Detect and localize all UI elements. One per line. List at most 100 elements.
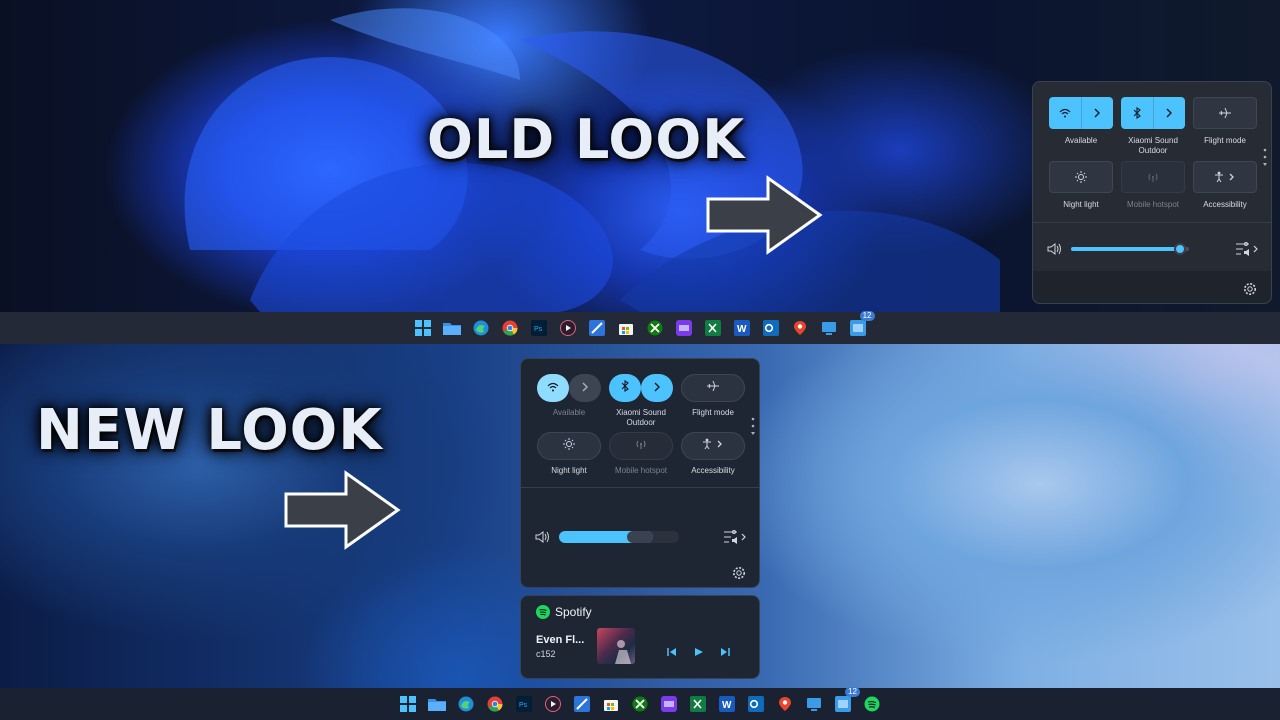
volume-icon[interactable] bbox=[1047, 242, 1063, 261]
album-art bbox=[597, 628, 635, 664]
page-dots-indicator[interactable] bbox=[750, 417, 756, 446]
spotify-icon[interactable] bbox=[861, 693, 883, 715]
airplane-icon bbox=[1194, 98, 1256, 128]
notification-badge: 12 bbox=[845, 687, 860, 697]
photoshop-icon[interactable]: Ps bbox=[513, 693, 535, 715]
accessibility-toggle[interactable] bbox=[1193, 161, 1257, 193]
outlook-icon[interactable] bbox=[760, 317, 782, 339]
settings-gear-icon[interactable] bbox=[732, 566, 746, 585]
mobile-hotspot-label: Mobile hotspot bbox=[1126, 200, 1180, 209]
accessibility-icon bbox=[1194, 162, 1256, 192]
photoshop-icon[interactable]: Ps bbox=[528, 317, 550, 339]
word-icon[interactable]: W bbox=[716, 693, 738, 715]
media-player-icon[interactable] bbox=[542, 693, 564, 715]
windows-icon[interactable] bbox=[397, 693, 419, 715]
accessibility-label: Accessibility bbox=[691, 466, 735, 475]
notification-badge: 12 bbox=[859, 311, 875, 321]
chrome-icon[interactable] bbox=[484, 693, 506, 715]
wifi-expand-button[interactable] bbox=[569, 374, 601, 402]
hotspot-icon bbox=[1122, 162, 1184, 192]
panel-footer bbox=[1033, 271, 1271, 303]
mobile-hotspot-toggle[interactable] bbox=[609, 432, 673, 460]
flight-mode-toggle[interactable] bbox=[681, 374, 745, 402]
teams-icon[interactable]: 12 bbox=[832, 687, 860, 715]
hotspot-icon bbox=[635, 437, 647, 455]
snip-icon[interactable] bbox=[571, 693, 593, 715]
svg-text:W: W bbox=[722, 700, 732, 711]
arrow-right-icon bbox=[284, 470, 401, 550]
volume-icon[interactable] bbox=[535, 530, 551, 549]
bluetooth-toggle[interactable] bbox=[1121, 97, 1185, 129]
wifi-label: Available bbox=[552, 408, 586, 417]
wifi-icon bbox=[1049, 97, 1081, 129]
audio-output-icon[interactable] bbox=[723, 529, 747, 550]
media-controls-panel: Spotify Even Fl... c152 bbox=[520, 595, 760, 679]
new-quick-settings-panel: Available Xiaomi Sound Outdoor Flight mo… bbox=[520, 358, 760, 588]
track-title: Even Fl... bbox=[536, 634, 585, 646]
wifi-icon bbox=[547, 379, 559, 397]
xbox-icon[interactable] bbox=[644, 317, 666, 339]
teams-icon[interactable]: 12 bbox=[847, 311, 875, 339]
excel-icon[interactable] bbox=[687, 693, 709, 715]
excel-icon[interactable] bbox=[702, 317, 724, 339]
new-look-headline: NEW LOOK bbox=[36, 398, 383, 463]
accessibility-toggle[interactable] bbox=[681, 432, 745, 460]
bluetooth-icon bbox=[1121, 97, 1153, 129]
remote-desktop-icon[interactable] bbox=[818, 317, 840, 339]
spotify-icon bbox=[536, 605, 550, 619]
old-taskbar: Ps W 12 bbox=[0, 311, 1280, 344]
volume-slider[interactable] bbox=[1071, 247, 1189, 251]
clipchamp-icon[interactable] bbox=[673, 317, 695, 339]
night-light-toggle[interactable] bbox=[1049, 161, 1113, 193]
brightness-icon bbox=[563, 437, 575, 455]
next-track-icon[interactable] bbox=[720, 644, 730, 662]
wifi-toggle[interactable] bbox=[537, 374, 569, 402]
maps-icon[interactable] bbox=[774, 693, 796, 715]
media-player-icon[interactable] bbox=[557, 317, 579, 339]
svg-text:Ps: Ps bbox=[519, 702, 528, 709]
windows-icon[interactable] bbox=[412, 317, 434, 339]
volume-slider[interactable] bbox=[559, 531, 679, 543]
word-icon[interactable]: W bbox=[731, 317, 753, 339]
store-icon[interactable] bbox=[615, 317, 637, 339]
bluetooth-toggle[interactable] bbox=[609, 374, 641, 402]
volume-slider-thumb[interactable] bbox=[1173, 243, 1186, 255]
chevron-right-icon[interactable] bbox=[1152, 97, 1186, 129]
file-explorer-icon[interactable] bbox=[441, 317, 463, 339]
wifi-label: Available bbox=[1064, 136, 1098, 145]
wifi-toggle[interactable] bbox=[1049, 97, 1113, 129]
accessibility-label: Accessibility bbox=[1203, 200, 1247, 209]
track-artist: c152 bbox=[536, 649, 556, 659]
chrome-icon[interactable] bbox=[499, 317, 521, 339]
chevron-right-icon bbox=[581, 379, 589, 397]
volume-slider-thumb[interactable] bbox=[626, 531, 653, 543]
mobile-hotspot-toggle[interactable] bbox=[1121, 161, 1185, 193]
flight-mode-toggle[interactable] bbox=[1193, 97, 1257, 129]
old-look-wallpaper: OLD LOOK Available Xiaomi Sound Outdoor … bbox=[0, 0, 1280, 312]
brightness-icon bbox=[1050, 162, 1112, 192]
snip-icon[interactable] bbox=[586, 317, 608, 339]
night-light-toggle[interactable] bbox=[537, 432, 601, 460]
edge-icon[interactable] bbox=[455, 693, 477, 715]
arrow-right-icon bbox=[706, 175, 823, 255]
bluetooth-label: Xiaomi Sound Outdoor bbox=[1128, 136, 1178, 155]
store-icon[interactable] bbox=[600, 693, 622, 715]
file-explorer-icon[interactable] bbox=[426, 693, 448, 715]
bluetooth-label: Xiaomi Sound Outdoor bbox=[616, 408, 666, 427]
previous-track-icon[interactable] bbox=[667, 644, 677, 662]
play-icon[interactable] bbox=[694, 644, 704, 662]
chevron-right-icon[interactable] bbox=[1080, 97, 1114, 129]
audio-output-icon[interactable] bbox=[1235, 241, 1259, 262]
maps-icon[interactable] bbox=[789, 317, 811, 339]
edge-icon[interactable] bbox=[470, 317, 492, 339]
clipchamp-icon[interactable] bbox=[658, 693, 680, 715]
page-dots-indicator[interactable] bbox=[1262, 148, 1268, 177]
xbox-icon[interactable] bbox=[629, 693, 651, 715]
outlook-icon[interactable] bbox=[745, 693, 767, 715]
settings-gear-icon[interactable] bbox=[1243, 282, 1257, 301]
flight-mode-label: Flight mode bbox=[692, 408, 734, 417]
bluetooth-expand-button[interactable] bbox=[641, 374, 673, 402]
night-light-label: Night light bbox=[551, 466, 587, 475]
remote-desktop-icon[interactable] bbox=[803, 693, 825, 715]
chevron-right-icon bbox=[653, 379, 661, 397]
